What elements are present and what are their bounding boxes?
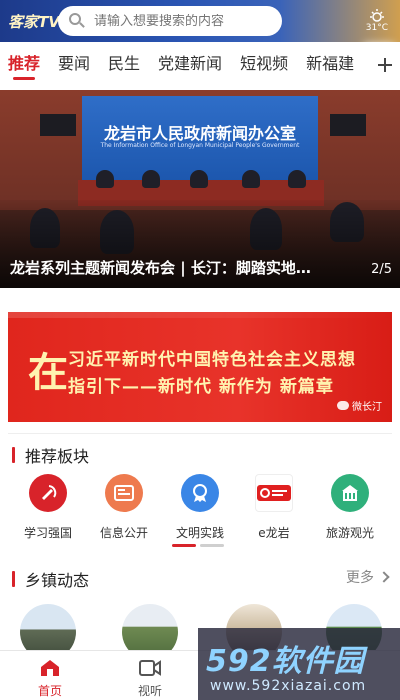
section-header-recommend: 推荐板块 [12, 443, 89, 467]
shortcut-label: 信息公开 [99, 526, 148, 540]
watermark-url: www.592xiazai.com [210, 678, 367, 694]
divider [8, 433, 392, 434]
weather-widget[interactable]: 31°C [365, 8, 388, 34]
header-bar: 客家TV 31°C [0, 0, 400, 42]
shortcut-label: 旅游观光 [325, 526, 374, 540]
promo-big-char: 在 [28, 349, 68, 396]
shortcut-study[interactable]: 学习强国 [8, 474, 88, 541]
section-title-recommend: 推荐板块 [25, 447, 90, 466]
add-tab-button[interactable] [370, 44, 400, 86]
e-longyan-logo-icon [255, 474, 293, 512]
category-tabs: 推荐 要闻 民生 党建新闻 短视频 新福建 [0, 44, 400, 86]
app-logo[interactable]: 客家TV [0, 11, 60, 32]
speaker-figure [242, 170, 260, 188]
building-icon [331, 474, 369, 512]
promo-line-1: 习近平新时代中国特色社会主义思想 [68, 350, 356, 370]
pager-dot [200, 544, 224, 547]
chevron-right-icon [378, 571, 390, 583]
promo-banner[interactable]: 在 习近平新时代中国特色社会主义思想 指引下——新时代 新作为 新篇章 微长汀 [8, 312, 392, 422]
tab-headlines[interactable]: 要闻 [58, 44, 90, 86]
section-title-towns: 乡镇动态 [25, 571, 90, 590]
carousel-counter: 2/5 [371, 262, 392, 277]
search-icon [68, 12, 86, 30]
sun-icon [369, 8, 384, 22]
tab-short-video[interactable]: 短视频 [240, 44, 288, 86]
nav-media-label: 视听 [137, 684, 162, 698]
tab-party-news[interactable]: 党建新闻 [158, 44, 222, 86]
plus-icon [378, 58, 392, 72]
video-icon [120, 657, 180, 679]
home-icon [20, 657, 80, 679]
site-watermark: 592软件园 www.592xiazai.com [198, 628, 400, 700]
promo-source: 微长汀 [337, 398, 382, 413]
ribbon-badge-icon [181, 474, 219, 512]
shortcut-e-longyan[interactable]: e龙岩 [234, 474, 314, 541]
tab-recommend[interactable]: 推荐 [8, 44, 40, 86]
nav-home-label: 首页 [37, 684, 62, 698]
shortcut-label: 学习强国 [23, 526, 72, 540]
shortcut-tourism[interactable]: 旅游观光 [310, 474, 390, 541]
tv-screen-right [330, 114, 366, 136]
recommend-icons-grid: 学习强国 信息公开 文明实践 e龙岩 旅游观光 [0, 474, 400, 544]
search-input[interactable] [94, 13, 264, 29]
shortcut-info-disclosure[interactable]: 信息公开 [84, 474, 164, 541]
promo-line-2: 指引下——新时代 新作为 新篇章 [68, 377, 334, 397]
weather-temp: 31°C [365, 22, 388, 33]
tab-livelihood[interactable]: 民生 [108, 44, 140, 86]
section-accent-bar [12, 447, 15, 463]
backdrop-title: 龙岩市人民政府新闻办公室 [103, 124, 296, 143]
nav-home[interactable]: 首页 [20, 657, 80, 699]
nav-media[interactable]: 视听 [120, 657, 180, 699]
speaker-figure [96, 170, 114, 188]
party-emblem-icon [29, 474, 67, 512]
section-header-towns: 乡镇动态 [12, 567, 89, 591]
pager-dot-active [172, 544, 196, 547]
watermark-title: 592软件园 [206, 644, 365, 679]
newspaper-icon [105, 474, 143, 512]
more-label: 更多 [346, 570, 374, 586]
app-root: 客家TV 31°C 推荐 要闻 民生 党建新闻 短视频 新福建 [0, 0, 400, 700]
speaker-figure [288, 170, 306, 188]
icons-pager [172, 544, 224, 547]
section-accent-bar [12, 571, 15, 587]
promo-source-label: 微长汀 [352, 402, 382, 413]
shortcut-civilization[interactable]: 文明实践 [160, 474, 240, 541]
hero-caption[interactable]: 龙岩系列主题新闻发布会 | 长汀：脚踏实地… [10, 257, 360, 278]
backdrop-subtitle: The Information Office of Longyan Munici… [100, 142, 300, 149]
speaker-figure [190, 170, 208, 188]
shortcut-label: e龙岩 [258, 526, 290, 540]
shortcut-label: 文明实践 [175, 526, 224, 540]
tv-screen-left [40, 114, 76, 136]
wechat-icon [337, 401, 349, 410]
speaker-figure [142, 170, 160, 188]
search-box[interactable] [58, 6, 282, 36]
more-link[interactable]: 更多 [346, 567, 390, 587]
tab-new-fujian[interactable]: 新福建 [306, 44, 354, 86]
